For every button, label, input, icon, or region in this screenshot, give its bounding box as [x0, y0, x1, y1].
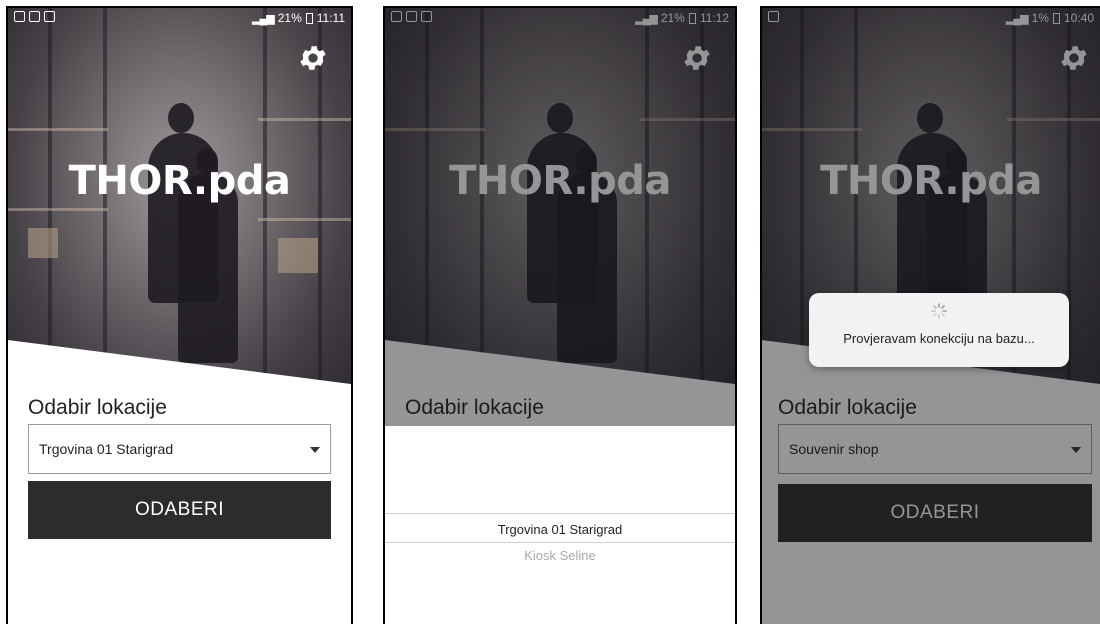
shelf-beam	[258, 118, 351, 121]
dialog-message: Provjeravam konekciju na bazu...	[843, 331, 1035, 346]
shelf-beam	[8, 128, 108, 131]
phone-screen-3: ▂▄▆ 1% 10:40 THOR.pda Odabir lokacije So…	[760, 6, 1100, 624]
location-label: Odabir lokacije	[28, 396, 167, 419]
signal-icon: ▂▄▆	[252, 12, 275, 25]
picker-divider	[385, 542, 735, 543]
select-button[interactable]: ODABERI	[28, 481, 331, 539]
gear-icon[interactable]	[297, 42, 329, 74]
picker-divider	[385, 513, 735, 514]
shelf-beam	[8, 208, 108, 211]
battery-percent: 21%	[277, 11, 302, 25]
clock: 11:11	[316, 11, 345, 25]
location-select[interactable]: Trgovina 01 Starigrad	[28, 424, 331, 474]
app-title: THOR.pda	[68, 158, 291, 204]
battery-icon	[305, 12, 313, 24]
notification-icon	[14, 11, 25, 22]
box	[28, 228, 58, 258]
phone-screen-1: ▂▄▆ 21% 11:11 THOR.pda Odabir lokacije T…	[6, 6, 353, 624]
shelf-post	[263, 8, 267, 384]
caret-down-icon	[310, 447, 320, 453]
selected-location: Trgovina 01 Starigrad	[39, 441, 174, 457]
progress-dialog: Provjeravam konekciju na bazu...	[809, 293, 1069, 367]
spinner-icon	[931, 303, 947, 319]
box	[278, 238, 318, 273]
notification-icon	[29, 11, 40, 22]
person-head	[168, 103, 194, 133]
phone-screen-2: ▂▄▆ 21% 11:12 THOR.pda Odabir lokacije T…	[383, 6, 737, 624]
location-picker[interactable]: Trgovina 01 Starigrad Kiosk Seline	[385, 426, 735, 624]
status-bar: ▂▄▆ 21% 11:11	[8, 8, 351, 30]
image-icon	[44, 11, 55, 22]
picker-option[interactable]: Trgovina 01 Starigrad	[385, 522, 735, 537]
picker-option[interactable]: Kiosk Seline	[385, 548, 735, 563]
shelf-beam	[258, 218, 351, 221]
